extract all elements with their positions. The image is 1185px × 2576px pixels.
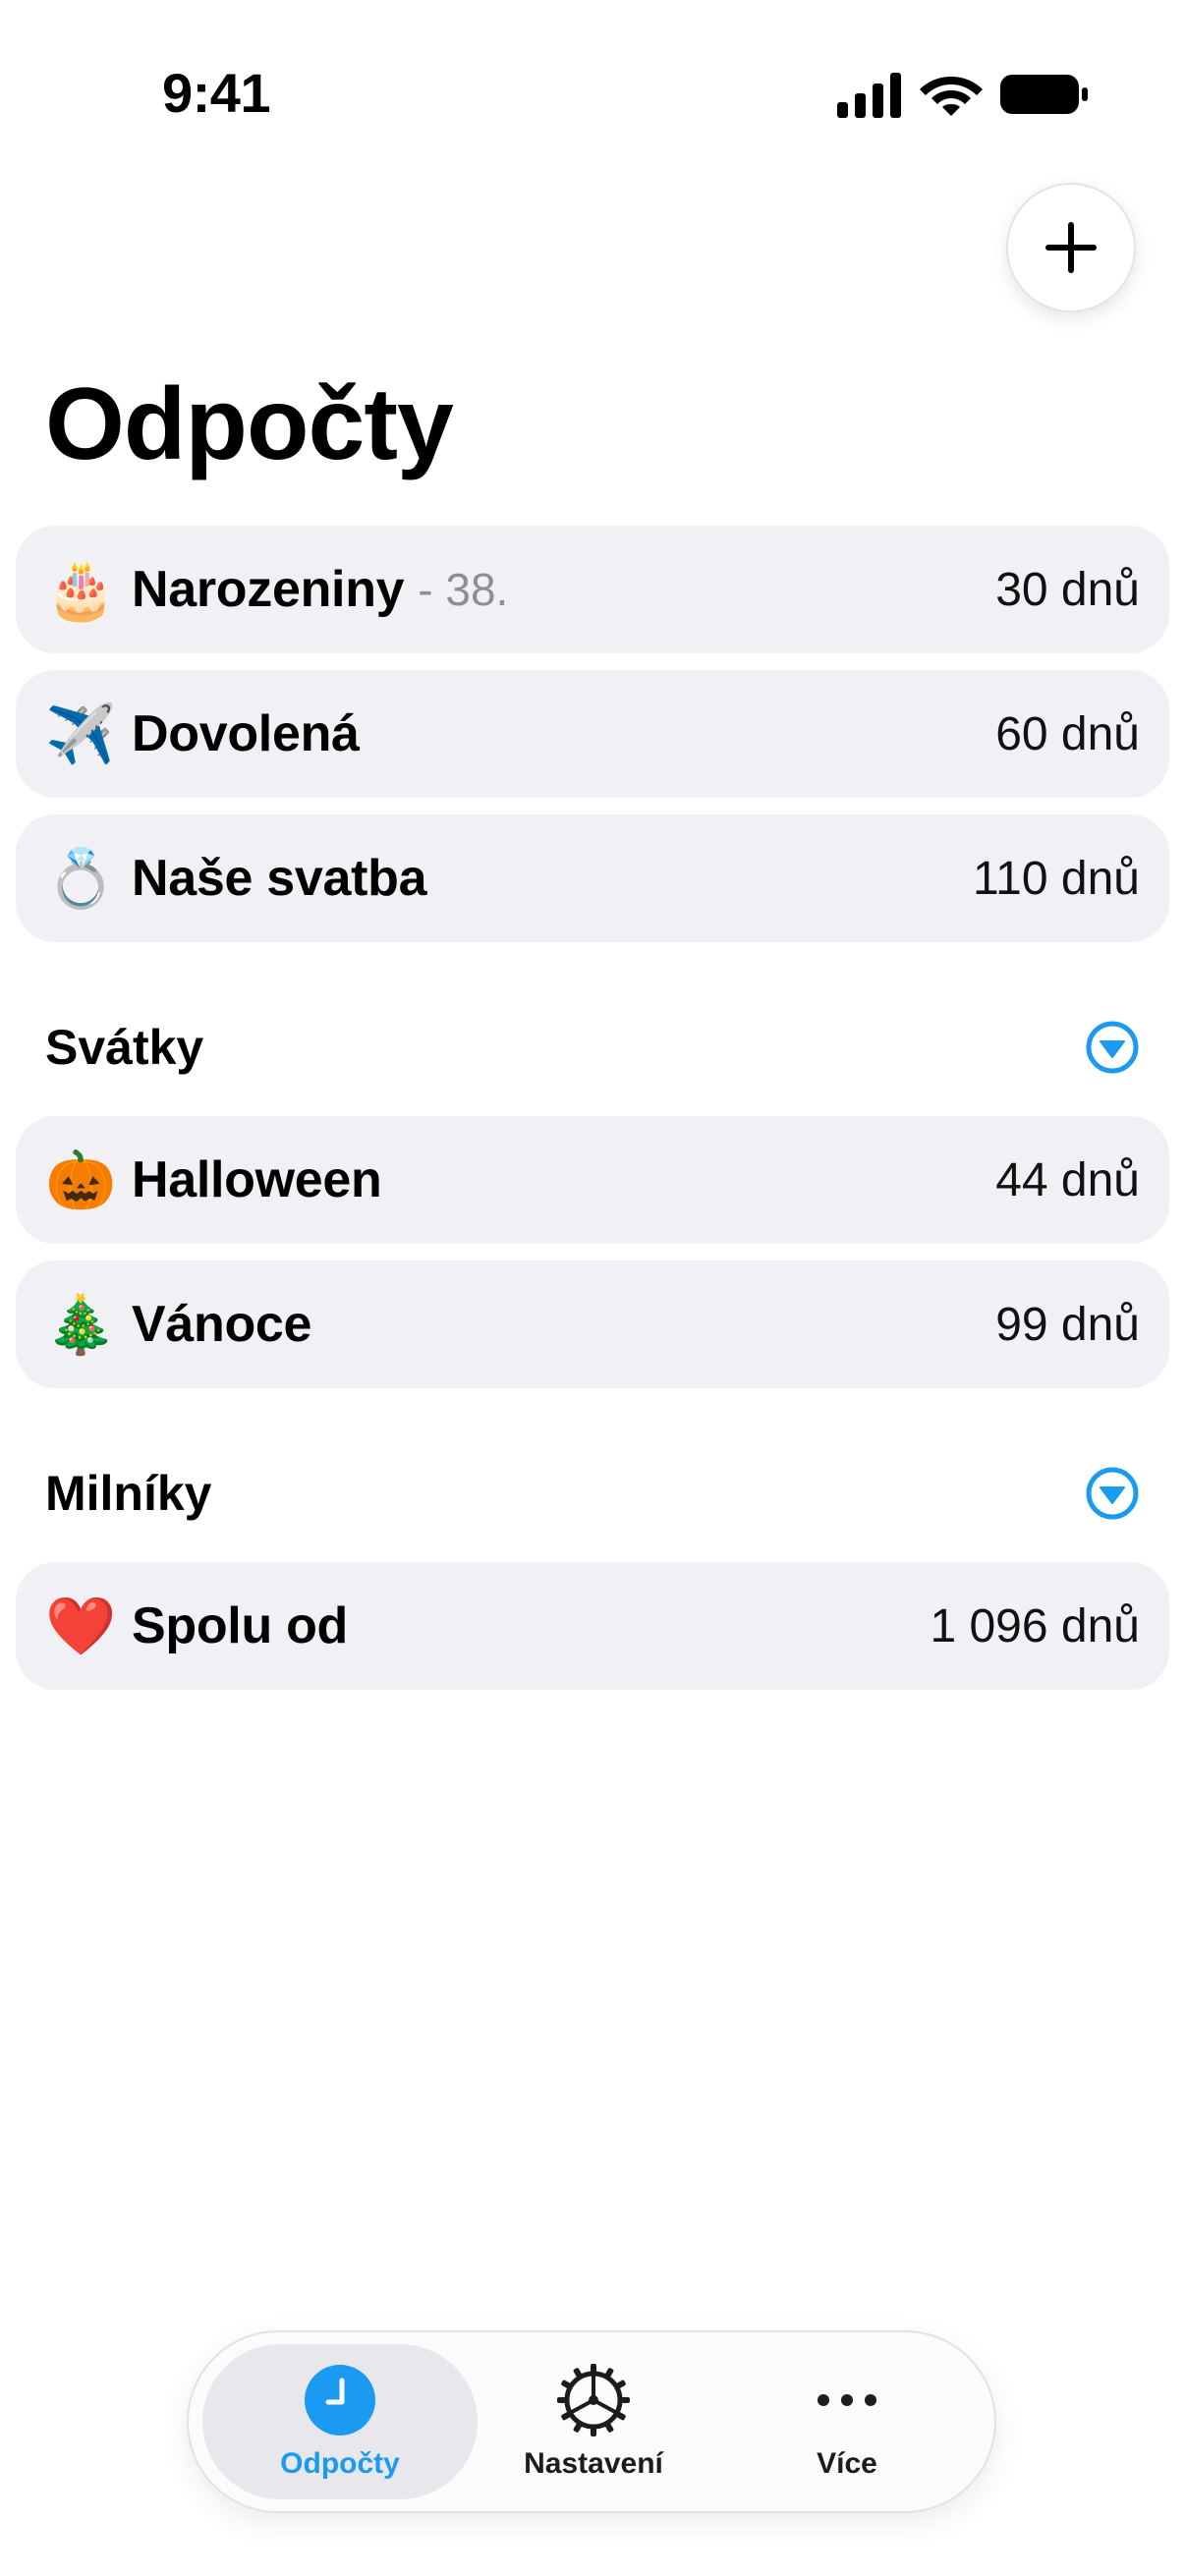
row-title: Naše svatba [132, 850, 427, 907]
battery-icon [1000, 75, 1088, 114]
ring-icon: 💍 [45, 845, 117, 912]
milestone-row-together[interactable]: ❤️ Spolu od 1 096 dnů [16, 1562, 1169, 1690]
tab-label: Odpočty [280, 2447, 400, 2480]
row-title: Dovolená [132, 705, 360, 762]
pumpkin-icon: 🎃 [45, 1147, 117, 1213]
row-days-value: 30 dnů [995, 563, 1140, 616]
plus-icon [1045, 222, 1097, 273]
clock-icon [305, 2365, 375, 2436]
row-subtitle: - 38. [418, 564, 509, 615]
section-title: Svátky [45, 1020, 204, 1075]
row-days-value: 99 dnů [995, 1298, 1140, 1351]
row-title: Narozeniny [132, 561, 405, 618]
status-bar: 9:41 [0, 0, 1185, 187]
row-title: Vánoce [132, 1296, 312, 1353]
row-days-value: 110 dnů [973, 852, 1140, 905]
birthday-cake-icon: 🎂 [45, 556, 117, 623]
countdown-row-birthday[interactable]: 🎂 Narozeniny - 38. 30 dnů [16, 526, 1169, 653]
tab-countdowns[interactable]: Odpočty [202, 2344, 478, 2499]
gear-icon [557, 2364, 630, 2436]
chevron-down-circle-icon[interactable] [1085, 1466, 1140, 1521]
chevron-down-circle-icon[interactable] [1085, 1020, 1140, 1075]
wifi-icon [920, 77, 983, 116]
row-title: Spolu od [132, 1597, 348, 1654]
section-title: Milníky [45, 1466, 212, 1521]
status-time: 9:41 [162, 62, 271, 124]
section-header-holidays: Svátky [45, 1008, 1140, 1087]
tab-settings[interactable]: Nastavení [456, 2344, 731, 2499]
row-title: Halloween [132, 1151, 382, 1208]
christmas-tree-icon: 🎄 [45, 1291, 117, 1358]
tab-more[interactable]: Více [709, 2344, 985, 2499]
row-days-value: 60 dnů [995, 707, 1140, 760]
tab-bar: Odpočty Nastavení Více [187, 2330, 996, 2513]
section-header-milestones: Milníky [45, 1454, 1140, 1533]
page-title: Odpočty [45, 367, 454, 481]
row-days-value: 44 dnů [995, 1153, 1140, 1206]
tab-label: Nastavení [524, 2447, 663, 2480]
holiday-row-halloween[interactable]: 🎃 Halloween 44 dnů [16, 1116, 1169, 1244]
tab-label: Více [817, 2447, 877, 2480]
countdown-row-vacation[interactable]: ✈️ Dovolená 60 dnů [16, 670, 1169, 798]
add-countdown-button[interactable] [1006, 183, 1136, 312]
ellipsis-icon [818, 2394, 876, 2406]
airplane-icon: ✈️ [45, 700, 117, 767]
row-days-value: 1 096 dnů [930, 1599, 1140, 1652]
countdown-row-wedding[interactable]: 💍 Naše svatba 110 dnů [16, 814, 1169, 942]
heart-icon: ❤️ [45, 1593, 117, 1659]
signal-icon [837, 73, 901, 118]
holiday-row-christmas[interactable]: 🎄 Vánoce 99 dnů [16, 1260, 1169, 1388]
